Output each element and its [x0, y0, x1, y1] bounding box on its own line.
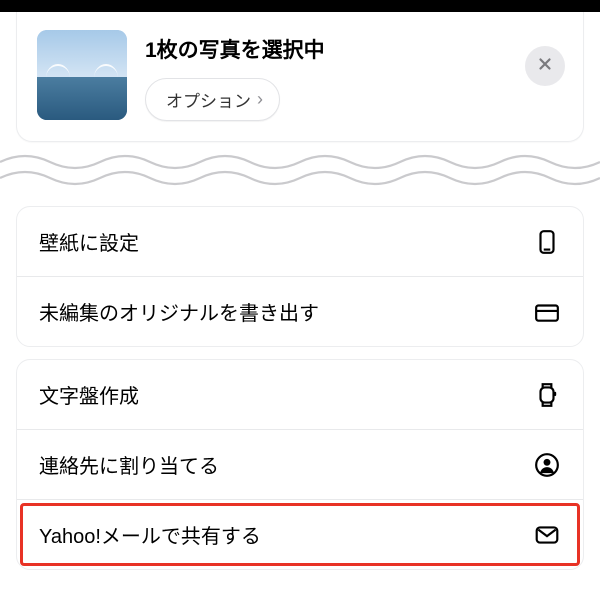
row-assign-contact[interactable]: 連絡先に割り当てる: [17, 429, 583, 499]
window-top-black: [0, 0, 600, 12]
close-icon: [536, 55, 554, 78]
action-section-2: 文字盤作成 連絡先に割り当てる Yahoo!メールで共有する: [16, 359, 584, 570]
row-set-wallpaper[interactable]: 壁紙に設定: [17, 207, 583, 276]
share-sheet-header: 1枚の写真を選択中 オプション ›: [16, 12, 584, 142]
row-label: 壁紙に設定: [39, 227, 139, 256]
row-share-yahoo-mail[interactable]: Yahoo!メールで共有する: [17, 499, 583, 569]
options-button[interactable]: オプション ›: [145, 78, 280, 121]
contact-icon: [533, 451, 561, 479]
close-button[interactable]: [525, 46, 565, 86]
row-label: 連絡先に割り当てる: [39, 450, 219, 479]
folder-icon: [533, 298, 561, 326]
selection-title: 1枚の写真を選択中: [145, 34, 563, 64]
watch-icon: [533, 381, 561, 409]
options-label: オプション: [166, 87, 251, 112]
action-section-1: 壁紙に設定 未編集のオリジナルを書き出す: [16, 206, 584, 347]
row-label: 文字盤作成: [39, 380, 139, 409]
mail-icon: [533, 521, 561, 549]
chevron-right-icon: ›: [257, 89, 263, 110]
phone-icon: [533, 228, 561, 256]
row-label: Yahoo!メールで共有する: [39, 520, 261, 549]
row-export-original[interactable]: 未編集のオリジナルを書き出す: [17, 276, 583, 346]
row-create-watchface[interactable]: 文字盤作成: [17, 360, 583, 429]
photo-thumbnail[interactable]: [37, 30, 127, 120]
content-gap-separator: [0, 150, 600, 194]
row-label: 未編集のオリジナルを書き出す: [39, 297, 319, 326]
